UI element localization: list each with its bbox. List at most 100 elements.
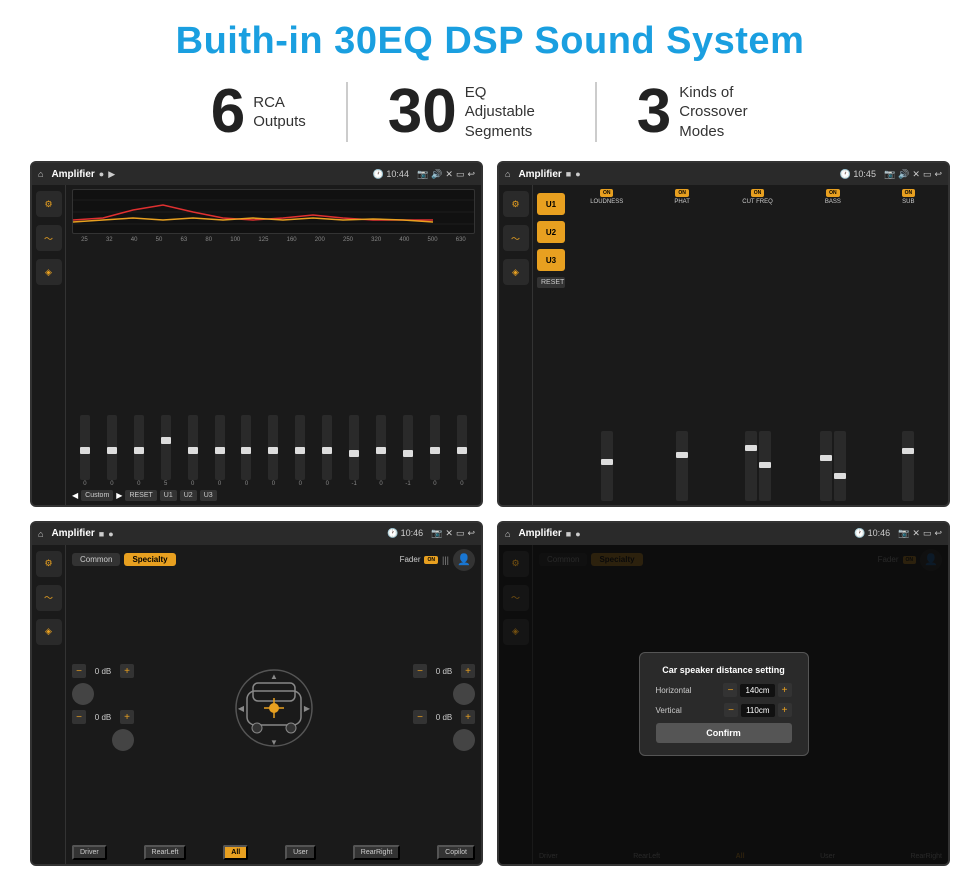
fader-ch2-minus[interactable]: − — [72, 710, 86, 724]
bass-label: BASS — [825, 199, 841, 205]
eq-track-15[interactable] — [457, 415, 467, 480]
eq-slider-14: 0 — [430, 415, 440, 487]
dialog-overlay: Car speaker distance setting Horizontal … — [499, 545, 948, 865]
btn-rear-left[interactable]: RearLeft — [144, 845, 187, 860]
sub-track1[interactable] — [902, 431, 914, 501]
confirm-button[interactable]: Confirm — [656, 723, 792, 743]
band-630: 630 — [456, 237, 466, 243]
fader-status-bar: ⌂ Amplifier ■ ● 🕐 10:46 📷 ✕ ▭ ↩ — [32, 523, 481, 545]
eq-track-13[interactable] — [403, 415, 413, 480]
dlg-title: Amplifier — [518, 528, 561, 539]
cross-time: 🕐 10:45 — [840, 169, 876, 180]
cross-reset-btn[interactable]: RESET — [537, 277, 565, 288]
cutfreq-tracks — [745, 207, 771, 501]
sub-tracks — [902, 207, 914, 501]
loudness-track1[interactable] — [601, 431, 613, 501]
vertical-plus-btn[interactable]: + — [778, 703, 792, 717]
eq-track-10[interactable] — [322, 415, 332, 480]
fader-ch3-plus[interactable]: + — [461, 664, 475, 678]
eq-prev-btn[interactable]: ◀ — [72, 491, 78, 500]
cross-title: Amplifier — [518, 169, 561, 180]
eq-track-7[interactable] — [241, 415, 251, 480]
stat-crossover-text: Kinds ofCrossover Modes — [679, 83, 769, 142]
eq-u2-btn[interactable]: U2 — [180, 490, 197, 501]
home-icon: ⌂ — [38, 169, 43, 179]
cross-filter-btn[interactable]: ⚙ — [503, 191, 529, 217]
fader-speaker-btn[interactable]: ◈ — [36, 619, 62, 645]
horizontal-value: 140cm — [740, 684, 774, 697]
dialog-status-bar: ⌂ Amplifier ■ ● 🕐 10:46 📷 ✕ ▭ ↩ — [499, 523, 948, 545]
dlg-status-icons: 📷 ✕ ▭ ↩ — [898, 528, 942, 539]
bass-on: ON — [826, 189, 840, 197]
fader-screen-body: ⚙ 〜 ◈ Common Specialty Fader ON ||| 👤 — [32, 545, 481, 865]
eq-speaker-btn[interactable]: ◈ — [36, 259, 62, 285]
horizontal-plus-btn[interactable]: + — [778, 683, 792, 697]
eq-slider-2: 0 — [107, 415, 117, 487]
btn-all[interactable]: All — [223, 845, 248, 860]
eq-u1-btn[interactable]: U1 — [160, 490, 177, 501]
stat-crossover: 3 Kinds ofCrossover Modes — [597, 81, 809, 143]
band-250: 250 — [343, 237, 353, 243]
dialog-vertical-controls: − 110cm + — [724, 703, 791, 717]
fader-ch3-minus[interactable]: − — [413, 664, 427, 678]
eq-track-8[interactable] — [268, 415, 278, 480]
eq-track-14[interactable] — [430, 415, 440, 480]
eq-track-3[interactable] — [134, 415, 144, 480]
btn-rear-right[interactable]: RearRight — [353, 845, 401, 860]
band-160: 160 — [287, 237, 297, 243]
fader-ch3-db: 0 dB — [430, 667, 458, 676]
cross-home-icon: ⌂ — [505, 169, 510, 179]
fader-wave-btn[interactable]: 〜 — [36, 585, 62, 611]
cutfreq-track2[interactable] — [759, 431, 771, 501]
cross-speaker-btn[interactable]: ◈ — [503, 259, 529, 285]
eq-wave-btn[interactable]: 〜 — [36, 225, 62, 251]
preset-u1[interactable]: U1 — [537, 193, 565, 215]
bass-track2[interactable] — [834, 431, 846, 501]
eq-track-9[interactable] — [295, 415, 305, 480]
eq-custom-btn[interactable]: Custom — [81, 490, 113, 501]
svg-text:◀: ◀ — [237, 704, 244, 713]
preset-u3[interactable]: U3 — [537, 249, 565, 271]
btn-user[interactable]: User — [285, 845, 316, 860]
fader-status-icons: 📷 ✕ ▭ ↩ — [431, 528, 475, 539]
tab-specialty[interactable]: Specialty — [124, 553, 175, 566]
eq-main-content: 25 32 40 50 63 80 100 125 160 200 250 32… — [66, 185, 481, 505]
fader-filter-btn[interactable]: ⚙ — [36, 551, 62, 577]
btn-driver[interactable]: Driver — [72, 845, 107, 860]
phat-track1[interactable] — [676, 431, 688, 501]
svg-text:▼: ▼ — [270, 738, 278, 747]
eq-track-2[interactable] — [107, 415, 117, 480]
cutfreq-track1[interactable] — [745, 431, 757, 501]
eq-u3-btn[interactable]: U3 — [200, 490, 217, 501]
eq-filter-btn[interactable]: ⚙ — [36, 191, 62, 217]
channel-cutfreq: ON CUT FREQ — [722, 189, 793, 501]
eq-track-1[interactable] — [80, 415, 90, 480]
fader-dot-icon: ■ — [99, 529, 104, 539]
cross-wave-btn[interactable]: 〜 — [503, 225, 529, 251]
fader-ch1-minus[interactable]: − — [72, 664, 86, 678]
tab-common[interactable]: Common — [72, 553, 120, 566]
eq-track-6[interactable] — [215, 415, 225, 480]
eq-reset-btn[interactable]: RESET — [125, 490, 156, 501]
horizontal-minus-btn[interactable]: − — [723, 683, 737, 697]
fader-user-icon[interactable]: 👤 — [453, 549, 475, 571]
eq-track-5[interactable] — [188, 415, 198, 480]
btn-copilot[interactable]: Copilot — [437, 845, 475, 860]
fader-ch4: − 0 dB + — [413, 710, 475, 724]
eq-next-btn[interactable]: ▶ — [116, 491, 122, 500]
band-100: 100 — [230, 237, 240, 243]
fader-ch1-plus[interactable]: + — [120, 664, 134, 678]
fader-ch4-db: 0 dB — [430, 713, 458, 722]
fader-on-badge: ON — [424, 556, 438, 564]
eq-track-12[interactable] — [376, 415, 386, 480]
vertical-minus-btn[interactable]: − — [724, 703, 738, 717]
bass-track1[interactable] — [820, 431, 832, 501]
eq-status-icons: 📷 🔊 ✕ ▭ ↩ — [417, 169, 475, 180]
fader-ch4-minus[interactable]: − — [413, 710, 427, 724]
eq-track-4[interactable] — [161, 415, 171, 480]
fader-ch2-plus[interactable]: + — [120, 710, 134, 724]
preset-u2[interactable]: U2 — [537, 221, 565, 243]
fader-ch3: − 0 dB + — [413, 664, 475, 678]
fader-ch4-plus[interactable]: + — [461, 710, 475, 724]
eq-track-11[interactable] — [349, 415, 359, 480]
